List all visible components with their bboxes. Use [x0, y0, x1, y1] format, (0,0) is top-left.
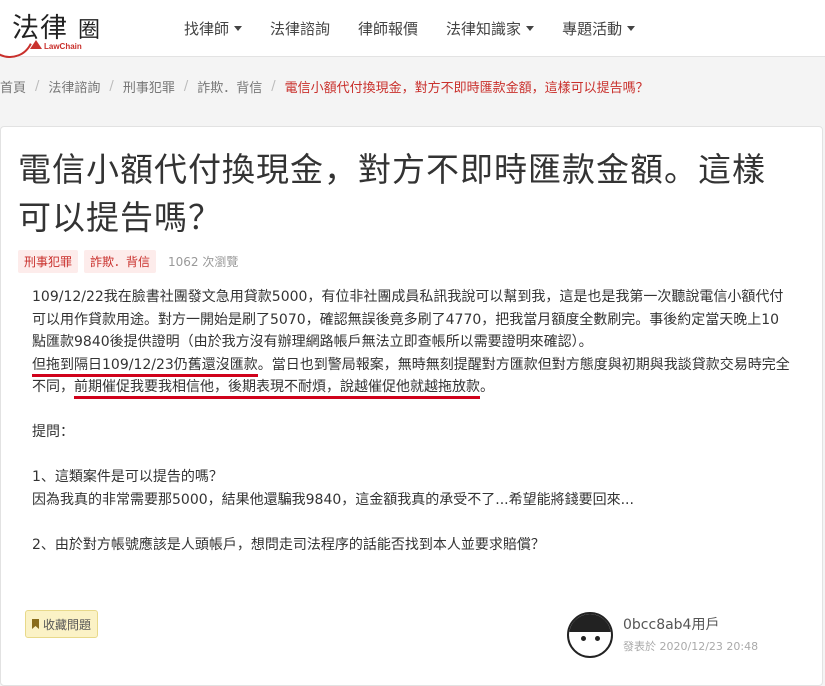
chevron-down-icon [526, 25, 535, 31]
main-nav: 找律師 法律諮詢 律師報價 法律知識家 專題活動 [170, 0, 649, 56]
logo-subtext: LawChain [44, 42, 82, 51]
highlighted-text: 但拖到隔日109/12/23仍舊還沒匯款 [32, 356, 258, 377]
breadcrumb-separator: / [183, 78, 189, 94]
question-item-1-detail: 因為我真的非常需要那5000，結果他還騙我9840，這金額我真的承受不了...希… [32, 491, 634, 508]
question-tags: 刑事犯罪 詐欺．背信 1062 次瀏覽 [18, 250, 238, 273]
highlighted-text: 前期催促我要我相信他，後期表現不耐煩，說越催促他就越拖放款 [74, 379, 480, 399]
nav-label: 找律師 [184, 19, 230, 38]
body-paragraph: 但拖到隔日109/12/23仍舊還沒匯款。當日也到警局報案，無時無刻提醒對方匯款… [32, 354, 792, 399]
body-paragraph: 109/12/22我在臉書社團發文急用貸款5000，有位非社團成員私訊我說可以幫… [32, 289, 784, 350]
avatar-eye-icon [595, 636, 600, 641]
question-body: 109/12/22我在臉書社團發文急用貸款5000，有位非社團成員私訊我說可以幫… [32, 286, 792, 556]
collect-label: 收藏問題 [43, 617, 92, 632]
nav-find-lawyer[interactable]: 找律師 [170, 0, 256, 56]
nav-label: 專題活動 [562, 19, 623, 38]
nav-label: 法律知識家 [446, 19, 522, 38]
site-logo[interactable]: 法律 圈 LawChain [0, 3, 115, 65]
publish-time: 發表於 2020/12/23 20:48 [623, 640, 759, 653]
view-count: 1062 次瀏覽 [168, 255, 239, 269]
chevron-down-icon [627, 25, 636, 31]
question-item-2: 2、由於對方帳號應該是人頭帳戶，想問走司法程序的話能否找到本人並要求賠償？ [32, 536, 545, 553]
nav-legal-consult[interactable]: 法律諮詢 [256, 0, 344, 56]
tag-fraud[interactable]: 詐欺．背信 [84, 250, 157, 273]
breadcrumb-separator: / [271, 78, 276, 94]
question-label: 提問： [32, 424, 74, 440]
nav-label: 律師報價 [358, 19, 419, 38]
collect-question-button[interactable]: 收藏問題 [25, 610, 99, 638]
nav-lawyer-quote[interactable]: 律師報價 [344, 0, 432, 56]
breadcrumb-current: 電信小額代付換現金，對方不即時匯款金額，這樣可以提告嗎？ [284, 80, 649, 96]
avatar-hair-icon [569, 614, 611, 632]
nav-legal-knowledge[interactable]: 法律知識家 [432, 0, 548, 56]
nav-special-events[interactable]: 專題活動 [548, 0, 649, 56]
question-item-1: 1、這類案件是可以提告的嗎？ [32, 469, 223, 485]
top-navbar: 法律 圈 LawChain 找律師 法律諮詢 律師報價 法律知識家 專題活動 [0, 0, 825, 65]
logo-triangle-icon [30, 40, 42, 49]
avatar[interactable] [567, 612, 613, 658]
avatar-eye-icon [581, 636, 586, 641]
nav-label: 法律諮詢 [270, 19, 331, 38]
breadcrumb-legal-consult[interactable]: 法律諮詢 [48, 77, 100, 96]
breadcrumb: 首頁 / 法律諮詢 / 刑事犯罪 / 詐欺．背信 / 電信小額代付換現金，對方不… [0, 76, 649, 96]
author-name[interactable]: 0bcc8ab4用戶 [623, 614, 719, 634]
question-title: 電信小額代付換現金，對方不即時匯款金額。這樣可以提告嗎？ [18, 150, 766, 237]
breadcrumb-fraud[interactable]: 詐欺．背信 [197, 77, 262, 96]
breadcrumb-separator: / [109, 78, 114, 94]
bookmark-icon [32, 619, 39, 629]
chevron-down-icon [234, 25, 243, 31]
logo-box-text: 圈 [78, 18, 101, 43]
breadcrumb-separator: / [35, 78, 40, 94]
breadcrumb-home[interactable]: 首頁 [0, 77, 26, 96]
breadcrumb-criminal[interactable]: 刑事犯罪 [123, 77, 175, 96]
body-text: 。 [480, 379, 494, 395]
tag-criminal[interactable]: 刑事犯罪 [18, 250, 79, 273]
